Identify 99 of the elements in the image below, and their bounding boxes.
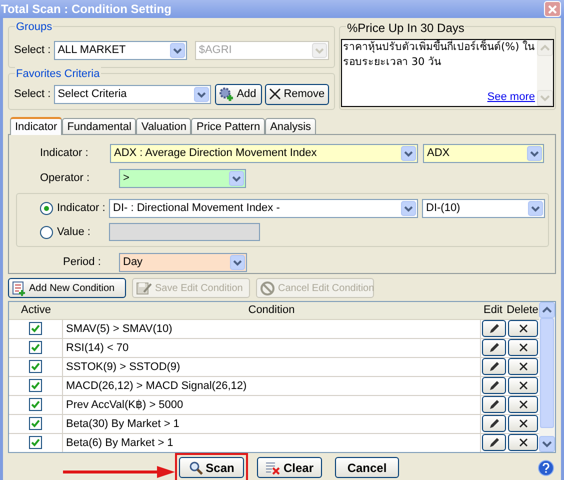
checkbox[interactable] [29, 398, 42, 412]
checkbox[interactable] [29, 379, 42, 392]
delete-button[interactable] [508, 434, 538, 452]
x-icon [518, 381, 528, 390]
x-icon [518, 419, 528, 428]
pencil-icon [488, 399, 500, 410]
pencil-icon [488, 361, 500, 372]
scan-button[interactable]: Scan [179, 457, 244, 478]
edit-button[interactable] [482, 339, 506, 356]
field-label: Indicator : [40, 146, 90, 161]
column-header[interactable]: Edit [480, 302, 506, 319]
chevron-down-icon [194, 86, 209, 102]
field-label: Value : [57, 224, 92, 240]
add-button[interactable]: Add [214, 84, 262, 104]
table-cell: SMAV(5) > SMAV(10) [63, 320, 481, 338]
checkbox[interactable] [29, 322, 42, 336]
checkbox[interactable] [29, 341, 42, 354]
column-header[interactable]: Active [9, 302, 63, 319]
x-icon [518, 343, 528, 352]
chevron-down-icon [230, 254, 245, 270]
add-condition-button[interactable]: Add New Condition [8, 278, 126, 298]
edit-button[interactable] [482, 434, 506, 452]
cancel-button[interactable]: Cancel [335, 457, 399, 478]
close-icon [548, 4, 557, 14]
tab[interactable]: Price Pattern [191, 118, 266, 134]
delete-button[interactable] [508, 415, 538, 432]
edit-button[interactable] [482, 320, 506, 338]
scrollbar[interactable] [539, 302, 555, 452]
clear-button[interactable]: Clear [257, 457, 322, 478]
no-entry-icon [260, 280, 275, 296]
table-cell: RSI(14) < 70 [63, 338, 481, 357]
pencil-icon [488, 437, 500, 448]
table-cell: MACD(26,12) > MACD Signal(26,12) [63, 376, 481, 395]
chevron-down-icon [170, 42, 185, 58]
edit-button[interactable] [482, 396, 506, 414]
field-label: Indicator : [57, 200, 106, 216]
delete-button[interactable] [508, 377, 538, 394]
list-x-icon [265, 460, 280, 474]
checkbox[interactable] [29, 436, 42, 450]
dropdown[interactable]: ADX : Average Direction Movement Index [110, 144, 418, 162]
delete-button[interactable] [508, 320, 538, 338]
table-cell: SSTOK(9) > SSTOD(9) [63, 358, 481, 376]
table-cell: Beta(30) By Market > 1 [63, 414, 481, 433]
pencil-icon [488, 342, 500, 354]
dropdown[interactable]: Day [119, 252, 247, 272]
field-label: Operator : [40, 170, 91, 186]
dropdown[interactable]: ADX [423, 144, 544, 162]
field-label: Period : [63, 254, 102, 270]
field-label: Select : [14, 86, 51, 102]
tab[interactable]: Fundamental [62, 118, 136, 134]
field-label: Select : [14, 42, 51, 58]
chevron-down-icon [229, 170, 244, 186]
x-icon [518, 324, 528, 334]
dropdown[interactable]: DI-(10) [422, 198, 545, 218]
chevron-down-icon [527, 146, 542, 160]
dropdown[interactable]: > [119, 168, 246, 188]
group-title: Groups [15, 19, 54, 36]
disk-pencil-icon [136, 280, 152, 296]
scroll-thumb[interactable] [540, 318, 554, 428]
checkbox[interactable] [29, 360, 42, 374]
pencil-icon [488, 418, 500, 430]
description-text: ราคาหุ้นปรับตัวเพิ่มขึ้นกี่เปอร์เซ็นต์(%) ในรอบระยะเวลา 30 วัน [343, 40, 535, 70]
x-icon [268, 88, 281, 100]
dropdown[interactable]: DI- : Directional Movement Index - [109, 198, 418, 218]
column-header[interactable]: Condition [63, 302, 480, 319]
see-more-link[interactable]: See more [487, 88, 535, 105]
table-cell: Beta(6) By Market > 1 [63, 434, 481, 452]
checkbox[interactable] [29, 417, 42, 430]
scroll-up-icon[interactable] [539, 302, 555, 318]
delete-button[interactable] [508, 396, 538, 414]
pencil-icon [488, 323, 500, 334]
edit-button[interactable] [482, 415, 506, 432]
gear-plus-icon [218, 86, 234, 102]
chevron-down-icon [528, 200, 543, 216]
radio-button[interactable] [40, 202, 53, 214]
dropdown[interactable]: ALL MARKET [54, 40, 187, 60]
delete-button[interactable] [508, 358, 538, 376]
x-icon [518, 438, 528, 448]
chevron-down-icon [312, 42, 327, 58]
column-header[interactable]: Delete [506, 302, 539, 319]
dropdown[interactable]: Select Criteria [54, 84, 211, 104]
chevron-down-icon [401, 200, 416, 216]
x-icon [518, 362, 528, 372]
chevron-down-icon [401, 146, 416, 160]
remove-button[interactable]: Remove [264, 84, 329, 104]
tab[interactable]: Valuation [136, 118, 192, 134]
help-icon[interactable] [538, 460, 554, 476]
tab[interactable]: Indicator [10, 117, 62, 135]
search-icon [188, 460, 203, 474]
window-title: Total Scan : Condition Setting [1, 1, 172, 18]
pencil-icon [488, 380, 500, 392]
edit-button[interactable] [482, 358, 506, 376]
edit-button[interactable] [482, 377, 506, 394]
delete-button[interactable] [508, 339, 538, 356]
list-plus-icon [12, 280, 26, 296]
scroll-down-icon[interactable] [539, 436, 555, 452]
x-icon [518, 400, 528, 410]
table-cell: Prev AccVal(K฿) > 5000 [63, 396, 481, 414]
tab[interactable]: Analysis [265, 118, 316, 134]
